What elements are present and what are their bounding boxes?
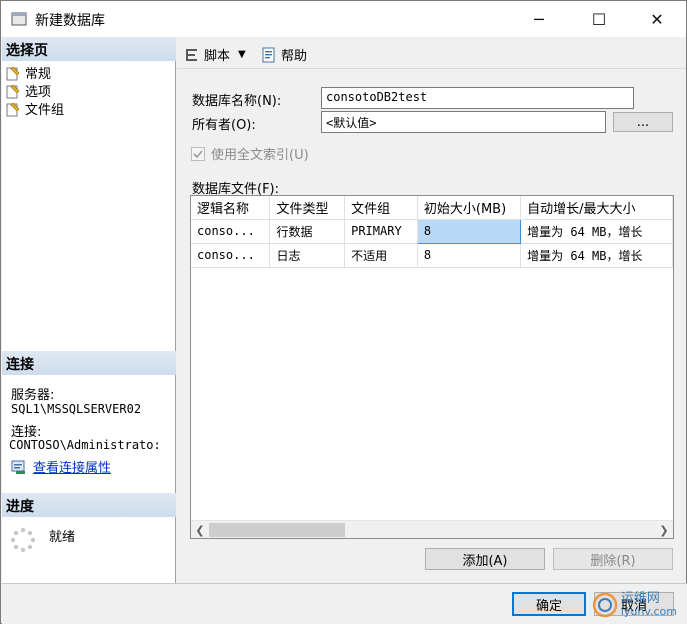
cell-filegroup[interactable]: PRIMARY xyxy=(344,219,418,244)
column-header-file-type[interactable]: 文件类型 xyxy=(269,196,346,220)
watermark: 运维网 iyunv.com xyxy=(592,592,677,618)
database-name-input[interactable]: consotoDB2test xyxy=(321,87,634,109)
page-filegroups[interactable]: 文件组 xyxy=(5,100,65,118)
connection-value: CONTOSO\Administrato: xyxy=(9,438,161,452)
title-bar: 新建数据库 ─ ☐ ✕ xyxy=(1,1,686,37)
server-label: 服务器: xyxy=(11,388,55,403)
spinner-icon xyxy=(10,527,36,553)
progress-status: 就绪 xyxy=(49,530,76,545)
cell-initial-size[interactable]: 8 xyxy=(416,218,522,244)
database-name-label: 数据库名称(N): xyxy=(192,94,282,109)
database-app-icon xyxy=(11,12,27,26)
page-wrench-icon xyxy=(6,66,20,80)
help-label: 帮助 xyxy=(281,49,308,64)
table-row[interactable]: conso... 行数据 PRIMARY 8 增量为 64 MB，增长 xyxy=(191,218,673,244)
minimize-button[interactable]: ─ xyxy=(516,1,562,37)
watermark-logo-icon xyxy=(592,592,618,618)
add-file-button[interactable]: 添加(A) xyxy=(425,548,545,570)
scroll-right-icon[interactable]: ❯ xyxy=(655,521,673,538)
files-table: 逻辑名称 文件类型 文件组 初始大小(MB) 自动增长/最大大小 conso..… xyxy=(191,196,673,268)
connection-header: 连接 xyxy=(2,351,176,375)
checkbox-checked-icon xyxy=(191,146,205,161)
close-icon: ✕ xyxy=(650,9,664,29)
progress-header: 进度 xyxy=(2,493,176,517)
cell-filegroup[interactable]: 不适用 xyxy=(344,243,418,268)
browse-owner-button[interactable]: ... xyxy=(613,112,673,132)
ok-button[interactable]: 确定 xyxy=(512,592,586,616)
dropdown-arrow-icon[interactable]: ▼ xyxy=(238,49,246,60)
horizontal-scrollbar[interactable]: ❮ ❯ xyxy=(191,520,673,538)
watermark-brand: 运维网 xyxy=(620,591,660,606)
server-value: SQL1\MSSQLSERVER02 xyxy=(11,402,142,416)
help-icon xyxy=(262,47,275,62)
select-page-header: 选择页 xyxy=(2,37,176,61)
maximize-button[interactable]: ☐ xyxy=(576,1,622,37)
page-general[interactable]: 常规 xyxy=(5,64,52,82)
script-icon xyxy=(186,48,197,61)
page-general-label: 常规 xyxy=(25,67,52,82)
cell-autogrowth[interactable]: 增量为 64 MB，增长 xyxy=(520,243,673,268)
table-header-row: 逻辑名称 文件类型 文件组 初始大小(MB) 自动增长/最大大小 xyxy=(191,196,673,220)
remove-file-button[interactable]: 删除(R) xyxy=(553,548,673,570)
close-button[interactable]: ✕ xyxy=(634,1,680,37)
script-button[interactable]: 脚本 ▼ xyxy=(183,45,246,64)
page-filegroups-label: 文件组 xyxy=(25,103,65,118)
owner-input[interactable]: <默认值> xyxy=(321,111,606,133)
owner-label: 所有者(O): xyxy=(192,118,256,133)
view-connection-properties-link[interactable]: 查看连接属性 xyxy=(11,457,111,476)
page-wrench-icon xyxy=(6,102,20,116)
cell-file-type[interactable]: 日志 xyxy=(269,243,346,268)
cell-file-type[interactable]: 行数据 xyxy=(269,219,346,244)
maximize-icon: ☐ xyxy=(591,9,607,29)
table-row[interactable]: conso... 日志 不适用 8 增量为 64 MB，增长 xyxy=(191,243,673,268)
properties-icon xyxy=(11,460,25,474)
cell-autogrowth[interactable]: 增量为 64 MB，增长 xyxy=(520,219,673,244)
column-header-filegroup[interactable]: 文件组 xyxy=(344,196,418,220)
bottom-bar: 确定 取消 运维网 iyunv.com xyxy=(2,583,687,624)
new-database-dialog: 新建数据库 ─ ☐ ✕ 选择页 常规 选项 文件组 连接 服务器: SQL1\M… xyxy=(0,0,687,624)
column-header-autogrowth[interactable]: 自动增长/最大大小 xyxy=(520,196,673,220)
script-label: 脚本 xyxy=(204,49,231,64)
page-wrench-icon xyxy=(6,84,20,98)
scrollbar-thumb[interactable] xyxy=(209,523,345,537)
watermark-site: iyunv.com xyxy=(620,605,677,618)
scroll-left-icon[interactable]: ❮ xyxy=(191,521,209,538)
database-files-grid[interactable]: 逻辑名称 文件类型 文件组 初始大小(MB) 自动增长/最大大小 conso..… xyxy=(190,195,674,539)
toolbar: 脚本 ▼ 帮助 xyxy=(177,37,686,69)
minimize-icon: ─ xyxy=(534,9,544,29)
view-connection-properties-label: 查看连接属性 xyxy=(33,461,112,476)
fulltext-label: 使用全文索引(U) xyxy=(211,148,309,163)
fulltext-checkbox[interactable]: 使用全文索引(U) xyxy=(191,144,309,163)
help-button[interactable]: 帮助 xyxy=(261,45,307,64)
page-options-label: 选项 xyxy=(25,85,52,100)
column-header-logical-name[interactable]: 逻辑名称 xyxy=(191,196,271,220)
page-options[interactable]: 选项 xyxy=(5,82,52,100)
cell-logical-name[interactable]: conso... xyxy=(191,243,271,268)
column-header-initial-size[interactable]: 初始大小(MB) xyxy=(417,196,522,220)
window-title: 新建数据库 xyxy=(35,13,105,29)
cell-logical-name[interactable]: conso... xyxy=(191,219,271,244)
cell-initial-size[interactable]: 8 xyxy=(417,243,522,268)
left-pane: 选择页 常规 选项 文件组 连接 服务器: SQL1\MSSQLSERVER02 xyxy=(2,37,176,583)
